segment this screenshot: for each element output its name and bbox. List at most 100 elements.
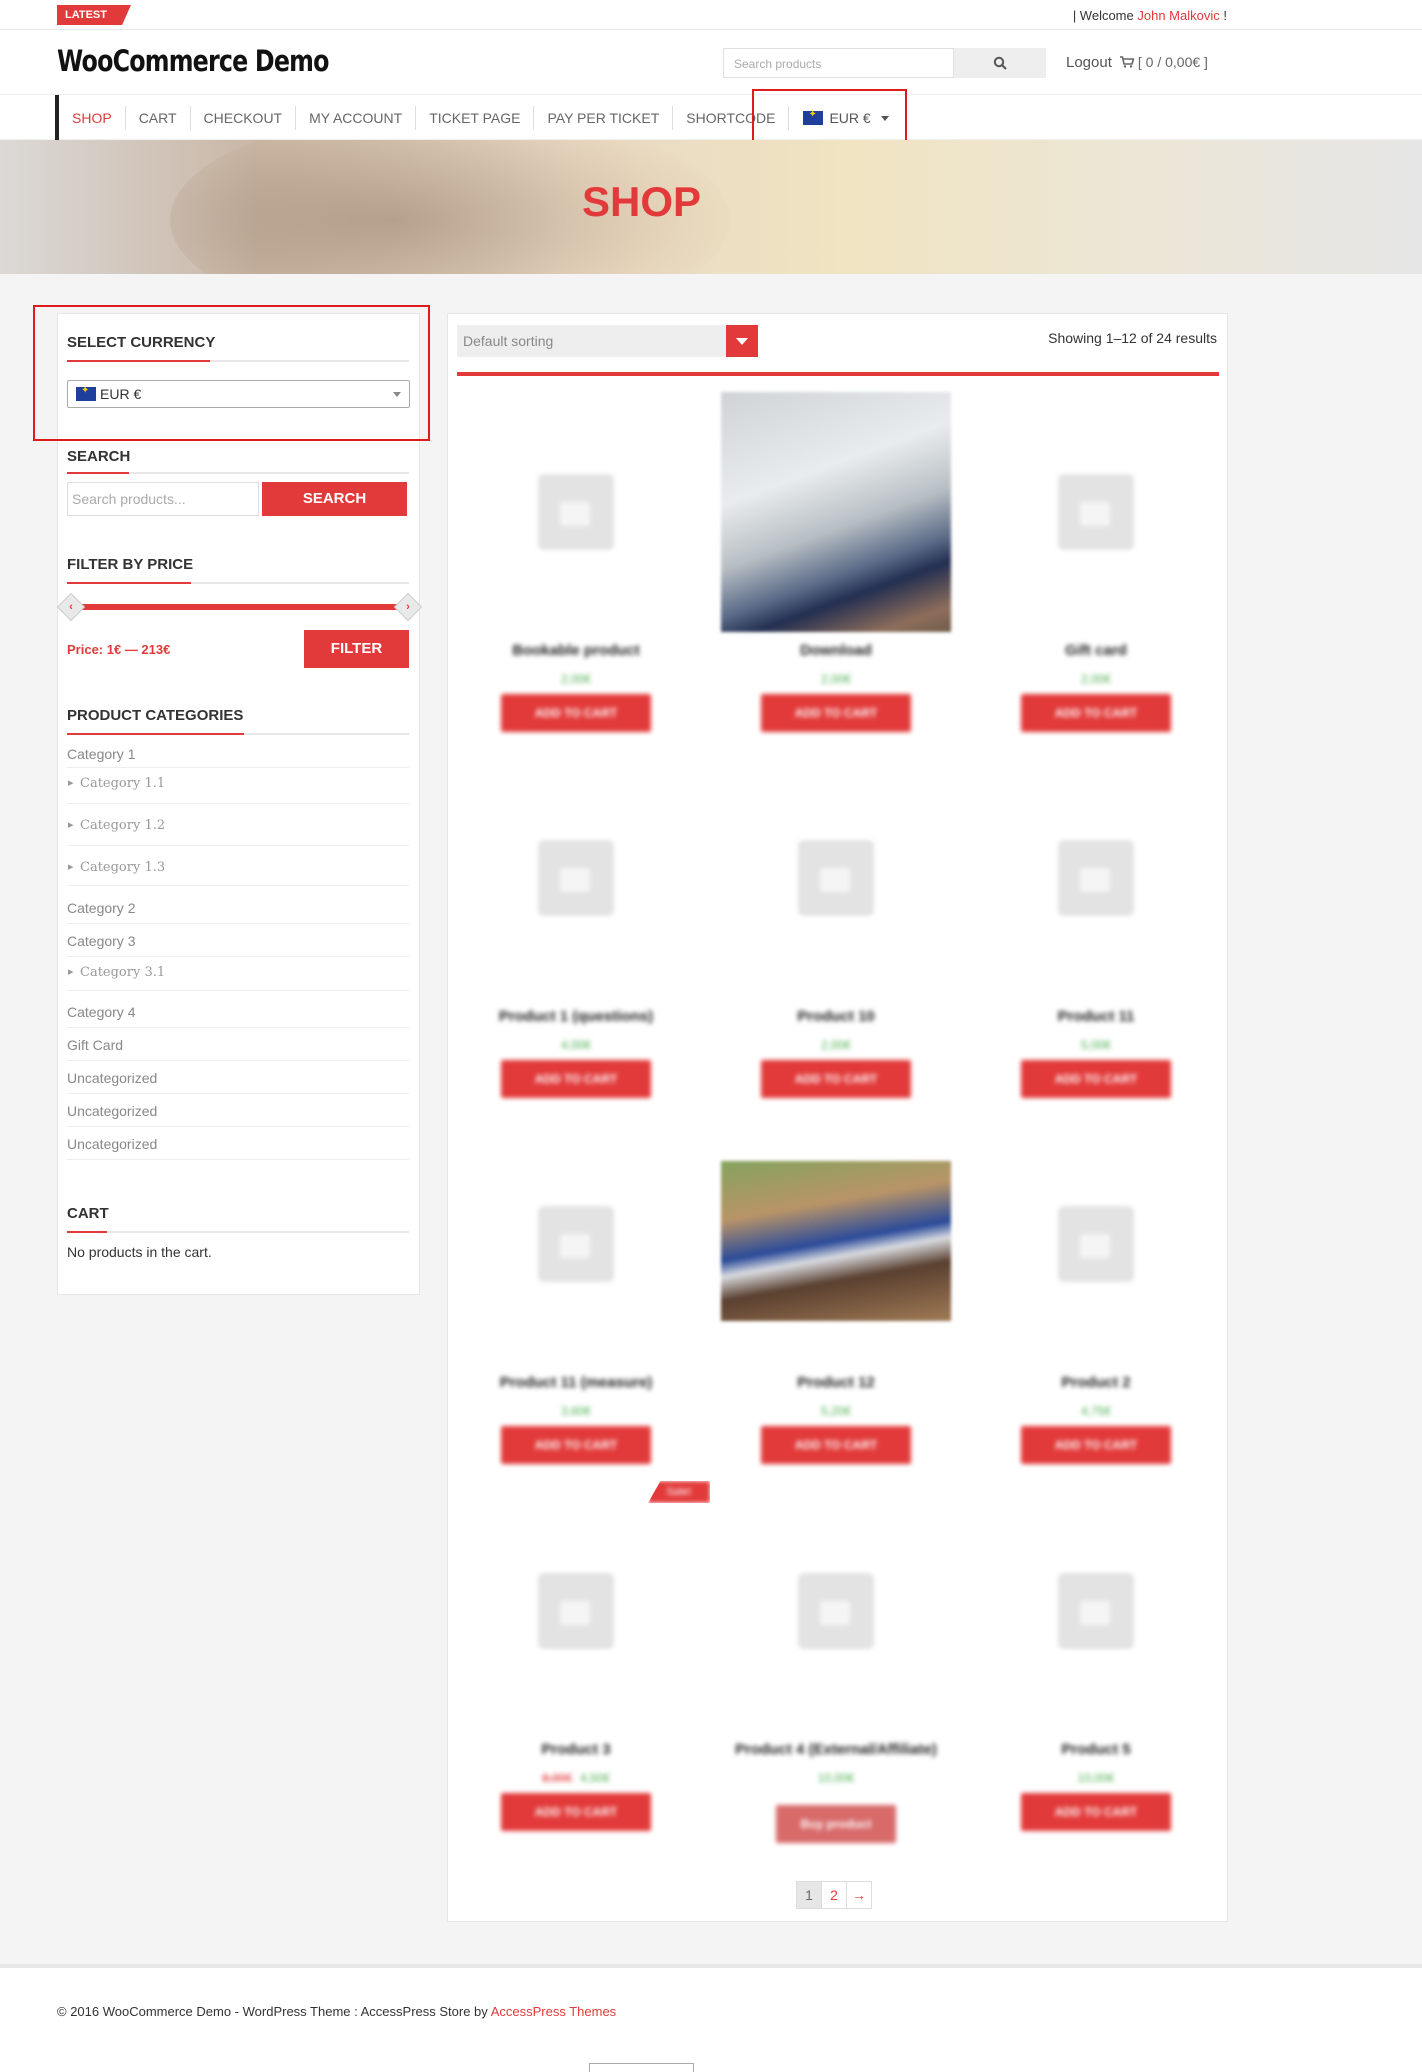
product-name[interactable]: Product 2: [981, 1374, 1211, 1391]
price-slider-max-handle[interactable]: ›: [393, 592, 423, 622]
add-to-cart-button[interactable]: ADD TO CART: [761, 1426, 911, 1464]
footer-copyright: © 2016 WooCommerce Demo - WordPress Them…: [57, 2004, 488, 2019]
add-to-cart-button[interactable]: ADD TO CART: [761, 694, 911, 732]
logout-link[interactable]: Logout: [1066, 54, 1112, 71]
chevron-down-icon: [736, 337, 748, 345]
category-link[interactable]: Category 4: [67, 1002, 409, 1028]
page-1[interactable]: 1: [796, 1881, 822, 1909]
product-name[interactable]: Product 4 (External/Affiliate): [721, 1741, 951, 1758]
nav-item-pay-per-ticket[interactable]: PAY PER TICKET: [534, 106, 674, 130]
add-to-cart-button[interactable]: ADD TO CART: [761, 1060, 911, 1098]
price-slider-track[interactable]: [67, 604, 410, 610]
product-card[interactable]: Bookable product 2,00€ ADD TO CART: [461, 392, 691, 752]
product-image[interactable]: [721, 392, 951, 632]
product-card[interactable]: Sale! Product 3 8,00€ 4,50€ ADD TO CART: [461, 1481, 710, 1851]
product-name[interactable]: Gift card: [981, 642, 1211, 659]
add-to-cart-button[interactable]: ADD TO CART: [1021, 1060, 1171, 1098]
product-name[interactable]: Product 12: [721, 1374, 951, 1391]
category-link[interactable]: Uncategorized: [67, 1134, 409, 1160]
sort-dropdown-button[interactable]: [726, 325, 758, 357]
product-name[interactable]: Product 3: [461, 1741, 691, 1758]
product-card[interactable]: Download 2,00€ ADD TO CART: [721, 392, 951, 752]
page-2[interactable]: 2: [821, 1881, 847, 1909]
product-image[interactable]: [461, 758, 691, 998]
subcategory-link[interactable]: Category 1.1: [67, 774, 409, 804]
product-image[interactable]: [461, 1491, 691, 1731]
subcategory-link[interactable]: Category 3.1: [67, 963, 409, 991]
nav-item-ticket-page[interactable]: TICKET PAGE: [416, 106, 535, 130]
category-link[interactable]: Uncategorized: [67, 1068, 409, 1094]
add-to-cart-button[interactable]: ADD TO CART: [1021, 1793, 1171, 1831]
subcategory-link[interactable]: Category 1.3: [67, 858, 409, 886]
nav-item-my-account[interactable]: MY ACCOUNT: [296, 106, 417, 130]
product-image[interactable]: [981, 1491, 1211, 1731]
nav-item-checkout[interactable]: CHECKOUT: [191, 106, 297, 130]
header-search-button[interactable]: [954, 48, 1046, 78]
product-image[interactable]: [981, 392, 1211, 632]
product-card[interactable]: Product 10 2,00€ ADD TO CART: [721, 758, 951, 1118]
add-to-cart-button[interactable]: ADD TO CART: [501, 1793, 651, 1831]
product-price: 2,00€: [820, 672, 852, 686]
product-name[interactable]: Bookable product: [461, 642, 691, 659]
category-link[interactable]: Gift Card: [67, 1035, 409, 1061]
product-card[interactable]: Product 11 (measure) 3,60€ ADD TO CART: [461, 1124, 691, 1484]
add-to-cart-button[interactable]: ADD TO CART: [501, 1060, 651, 1098]
product-card[interactable]: Product 5 10,00€ ADD TO CART: [981, 1491, 1211, 1851]
product-price: 2,00€: [560, 672, 592, 686]
category-link[interactable]: Category 1: [67, 742, 409, 768]
product-name[interactable]: Product 11: [981, 1008, 1211, 1025]
add-to-cart-button[interactable]: ADD TO CART: [501, 1426, 651, 1464]
product-name[interactable]: Download: [721, 642, 951, 659]
nav-item-cart[interactable]: CART: [126, 106, 191, 130]
category-link[interactable]: Uncategorized: [67, 1101, 409, 1127]
subcategory-link[interactable]: Category 1.2: [67, 816, 409, 846]
product-image[interactable]: [981, 758, 1211, 998]
footer-theme-link[interactable]: AccessPress Themes: [491, 2004, 616, 2019]
widget-divider: [67, 1231, 409, 1233]
product-name[interactable]: Product 5: [981, 1741, 1211, 1758]
product-image[interactable]: [721, 1491, 951, 1731]
footer-select[interactable]: [589, 2063, 694, 2072]
product-card[interactable]: Product 1 (questions) 4,00€ ADD TO CART: [461, 758, 691, 1118]
site-logo[interactable]: WooCommerce Demo: [57, 44, 329, 78]
nav-currency-highlight: [752, 89, 907, 145]
product-image[interactable]: [461, 1124, 691, 1364]
add-to-cart-button[interactable]: ADD TO CART: [1021, 1426, 1171, 1464]
site-header: WooCommerce Demo Search products Logout …: [0, 30, 1422, 94]
product-card[interactable]: Product 11 5,00€ ADD TO CART: [981, 758, 1211, 1118]
sidebar-search-input[interactable]: Search products...: [67, 482, 259, 516]
product-image[interactable]: [981, 1124, 1211, 1364]
image-placeholder-icon: [798, 840, 874, 916]
price-slider-min-handle[interactable]: ‹: [56, 592, 86, 622]
product-image[interactable]: [721, 1124, 951, 1364]
category-link[interactable]: Category 3: [67, 931, 409, 957]
add-to-cart-button[interactable]: ADD TO CART: [1021, 694, 1171, 732]
sidebar-search-button[interactable]: SEARCH: [262, 482, 407, 516]
sort-select[interactable]: Default sorting: [457, 325, 754, 357]
product-name[interactable]: Product 1 (questions): [461, 1008, 691, 1025]
nav-item-shop[interactable]: SHOP: [59, 106, 126, 130]
widget-divider: [67, 582, 409, 584]
header-search-input[interactable]: Search products: [723, 48, 954, 78]
header-cart[interactable]: [ 0 / 0,00€ ]: [1120, 54, 1208, 70]
product-card[interactable]: Gift card 2,00€ ADD TO CART: [981, 392, 1211, 752]
product-name[interactable]: Product 11 (measure): [461, 1374, 691, 1391]
product-image[interactable]: [461, 392, 691, 632]
product-card[interactable]: Product 4 (External/Affiliate) 10,00€ Bu…: [721, 1491, 951, 1851]
image-placeholder-icon: [1058, 840, 1134, 916]
add-to-cart-button[interactable]: ADD TO CART: [501, 694, 651, 732]
buy-product-button[interactable]: Buy product: [776, 1805, 896, 1843]
product-image[interactable]: [721, 758, 951, 998]
welcome-user-link[interactable]: John Malkovic: [1137, 8, 1219, 23]
product-card[interactable]: Product 12 5,20€ ADD TO CART: [721, 1124, 951, 1484]
product-card[interactable]: Product 2 4,75€ ADD TO CART: [981, 1124, 1211, 1484]
results-count: Showing 1–12 of 24 results: [1048, 330, 1217, 346]
category-link[interactable]: Category 2: [67, 898, 409, 924]
product-name[interactable]: Product 10: [721, 1008, 951, 1025]
filter-button[interactable]: FILTER: [304, 630, 409, 668]
product-price: 2,00€: [1080, 672, 1112, 686]
next-page-arrow-icon[interactable]: →: [846, 1881, 872, 1909]
cart-empty-message: No products in the cart.: [67, 1244, 212, 1260]
product-price: 8,00€ 4,50€: [461, 1771, 691, 1785]
cart-icon: [1120, 56, 1135, 68]
